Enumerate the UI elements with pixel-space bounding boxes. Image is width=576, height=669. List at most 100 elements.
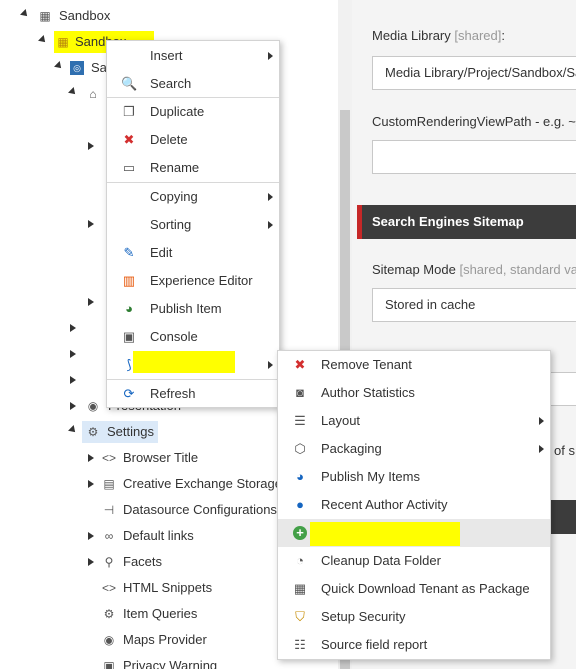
expand-toggle-icon[interactable] bbox=[86, 550, 96, 574]
html-snippets-icon: <> bbox=[102, 581, 117, 595]
media-library-input[interactable]: Media Library/Project/Sandbox/Sa bbox=[372, 56, 576, 90]
menu-item-copying[interactable]: Copying bbox=[107, 183, 279, 211]
menu-item-search[interactable]: 🔍 Search bbox=[107, 70, 279, 98]
menu-separator bbox=[107, 379, 279, 380]
tree-node-label: Maps Provider bbox=[123, 632, 207, 647]
menu-item-source-field-report[interactable]: ☷ Source field report bbox=[278, 631, 550, 659]
submenu-arrow-icon bbox=[539, 417, 544, 425]
expand-toggle-icon[interactable] bbox=[54, 56, 64, 80]
menu-item-setup-security[interactable]: ⛉ Setup Security bbox=[278, 603, 550, 631]
submenu-arrow-icon bbox=[268, 221, 273, 229]
site-icon: ▦ bbox=[57, 35, 69, 49]
menu-item-label: Sorting bbox=[150, 217, 192, 232]
menu-item-experience-editor[interactable]: ▥ Experience Editor bbox=[107, 267, 279, 295]
menu-item-label: Delete bbox=[150, 132, 188, 147]
menu-item-label: Publish Item bbox=[150, 301, 222, 316]
menu-item-label: Publish My Items bbox=[321, 469, 420, 484]
menu-item-label: Setup Security bbox=[321, 609, 406, 624]
browser-title-icon: <> bbox=[102, 451, 117, 465]
menu-item-layout[interactable]: ☰ Layout bbox=[278, 407, 550, 435]
expand-toggle-icon[interactable] bbox=[68, 82, 78, 106]
menu-item-label: Duplicate bbox=[150, 104, 205, 119]
menu-separator bbox=[107, 97, 279, 98]
menu-item-label: Copying bbox=[150, 189, 198, 204]
expand-toggle-icon[interactable] bbox=[68, 342, 78, 366]
field-label-shared: [shared, standard valu bbox=[459, 262, 576, 277]
packaging-icon: ⬡ bbox=[294, 441, 306, 456]
add-tenant-module-icon: + bbox=[293, 526, 307, 540]
custom-rendering-field-label: CustomRenderingViewPath - e.g. ~/P bbox=[372, 114, 576, 129]
menu-item-console[interactable]: ▣ Console bbox=[107, 323, 279, 351]
expand-toggle-icon[interactable] bbox=[86, 446, 96, 470]
settings-icon: ⚙ bbox=[87, 425, 99, 439]
tree-node-label: Settings bbox=[107, 424, 154, 439]
remove-tenant-icon: ✖ bbox=[294, 357, 306, 372]
menu-item-label: Layout bbox=[321, 413, 361, 428]
submenu-arrow-icon bbox=[268, 52, 273, 60]
edit-icon: ✎ bbox=[123, 245, 135, 260]
menu-item-recent-author-activity[interactable]: ● Recent Author Activity bbox=[278, 491, 550, 519]
publish-item-icon: ◕ bbox=[125, 301, 133, 316]
delete-icon: ✖ bbox=[123, 132, 135, 147]
menu-item-edit[interactable]: ✎ Edit bbox=[107, 239, 279, 267]
menu-item-label: Edit bbox=[150, 245, 173, 260]
expand-toggle-icon[interactable] bbox=[68, 394, 78, 418]
submenu-arrow-icon bbox=[268, 361, 273, 369]
expand-toggle-icon[interactable] bbox=[86, 472, 96, 496]
field-label-text: Media Library bbox=[372, 28, 451, 43]
expand-toggle-icon[interactable] bbox=[86, 212, 96, 236]
menu-item-delete[interactable]: ✖ Delete bbox=[107, 126, 279, 154]
expand-toggle-icon[interactable] bbox=[86, 134, 96, 158]
expand-toggle-icon[interactable] bbox=[86, 290, 96, 314]
custom-rendering-input[interactable] bbox=[372, 140, 576, 174]
add-tenant-highlight-marker bbox=[310, 522, 460, 546]
menu-item-remove-tenant[interactable]: ✖ Remove Tenant bbox=[278, 351, 550, 379]
tree-node-label: Creative Exchange Storages bbox=[123, 476, 289, 491]
menu-item-author-statistics[interactable]: ◙ Author Statistics bbox=[278, 379, 550, 407]
expand-toggle-icon[interactable] bbox=[68, 316, 78, 340]
menu-item-packaging[interactable]: ⬡ Packaging bbox=[278, 435, 550, 463]
tree-node-label: Datasource Configurations bbox=[123, 502, 277, 517]
menu-separator bbox=[107, 182, 279, 183]
menu-item-publish-my-items[interactable]: ◕ Publish My Items bbox=[278, 463, 550, 491]
link-icon: ∞ bbox=[104, 529, 114, 543]
sitemap-mode-select[interactable]: Stored in cache bbox=[372, 288, 576, 322]
menu-item-rename[interactable]: ▭ Rename bbox=[107, 154, 279, 182]
console-icon: ▣ bbox=[122, 329, 136, 344]
menu-item-duplicate[interactable]: ❐ Duplicate bbox=[107, 98, 279, 126]
field-label-text: Sitemap Mode bbox=[372, 262, 456, 277]
menu-item-label: Refresh bbox=[150, 386, 196, 401]
facets-icon: ⚲ bbox=[104, 555, 114, 569]
eye-icon: ◉ bbox=[87, 399, 99, 413]
recent-author-activity-icon: ● bbox=[296, 497, 304, 512]
expand-toggle-icon[interactable] bbox=[68, 420, 78, 444]
menu-item-cleanup-data-folder[interactable]: ◔ Cleanup Data Folder bbox=[278, 547, 550, 575]
author-statistics-icon: ◙ bbox=[296, 385, 304, 400]
menu-item-label: Experience Editor bbox=[150, 273, 253, 288]
datasource-icon: ⊣ bbox=[103, 503, 115, 517]
source-field-report-icon: ☷ bbox=[294, 637, 306, 652]
expand-toggle-icon[interactable] bbox=[20, 4, 30, 28]
menu-item-refresh[interactable]: ⟳ Refresh bbox=[107, 380, 279, 408]
menu-item-label: Packaging bbox=[321, 441, 382, 456]
media-library-field-label: Media Library [shared]: bbox=[372, 28, 505, 43]
menu-item-label: Insert bbox=[150, 48, 183, 63]
expand-toggle-icon[interactable] bbox=[68, 368, 78, 392]
menu-item-label: Search bbox=[150, 76, 192, 91]
privacy-warning-icon: ▣ bbox=[103, 659, 115, 669]
menu-item-label: Console bbox=[150, 329, 198, 344]
building-icon: ▦ bbox=[39, 9, 51, 23]
menu-item-sorting[interactable]: Sorting bbox=[107, 211, 279, 239]
menu-item-label: Author Statistics bbox=[321, 385, 415, 400]
menu-item-quick-download-tenant-as-package[interactable]: ▦ Quick Download Tenant as Package bbox=[278, 575, 550, 603]
menu-item-insert[interactable]: Insert bbox=[107, 42, 279, 70]
maps-provider-icon: ◉ bbox=[103, 633, 115, 647]
tree-node-label: HTML Snippets bbox=[123, 580, 213, 595]
section-header[interactable]: Search Engines Sitemap bbox=[357, 205, 576, 239]
menu-item-publish-item[interactable]: ◕ Publish Item bbox=[107, 295, 279, 323]
item-queries-icon: ⚙ bbox=[103, 607, 115, 621]
expand-toggle-icon[interactable] bbox=[38, 30, 48, 54]
field-label-colon: : bbox=[501, 28, 505, 43]
menu-item-label: Rename bbox=[150, 160, 200, 175]
expand-toggle-icon[interactable] bbox=[86, 524, 96, 548]
